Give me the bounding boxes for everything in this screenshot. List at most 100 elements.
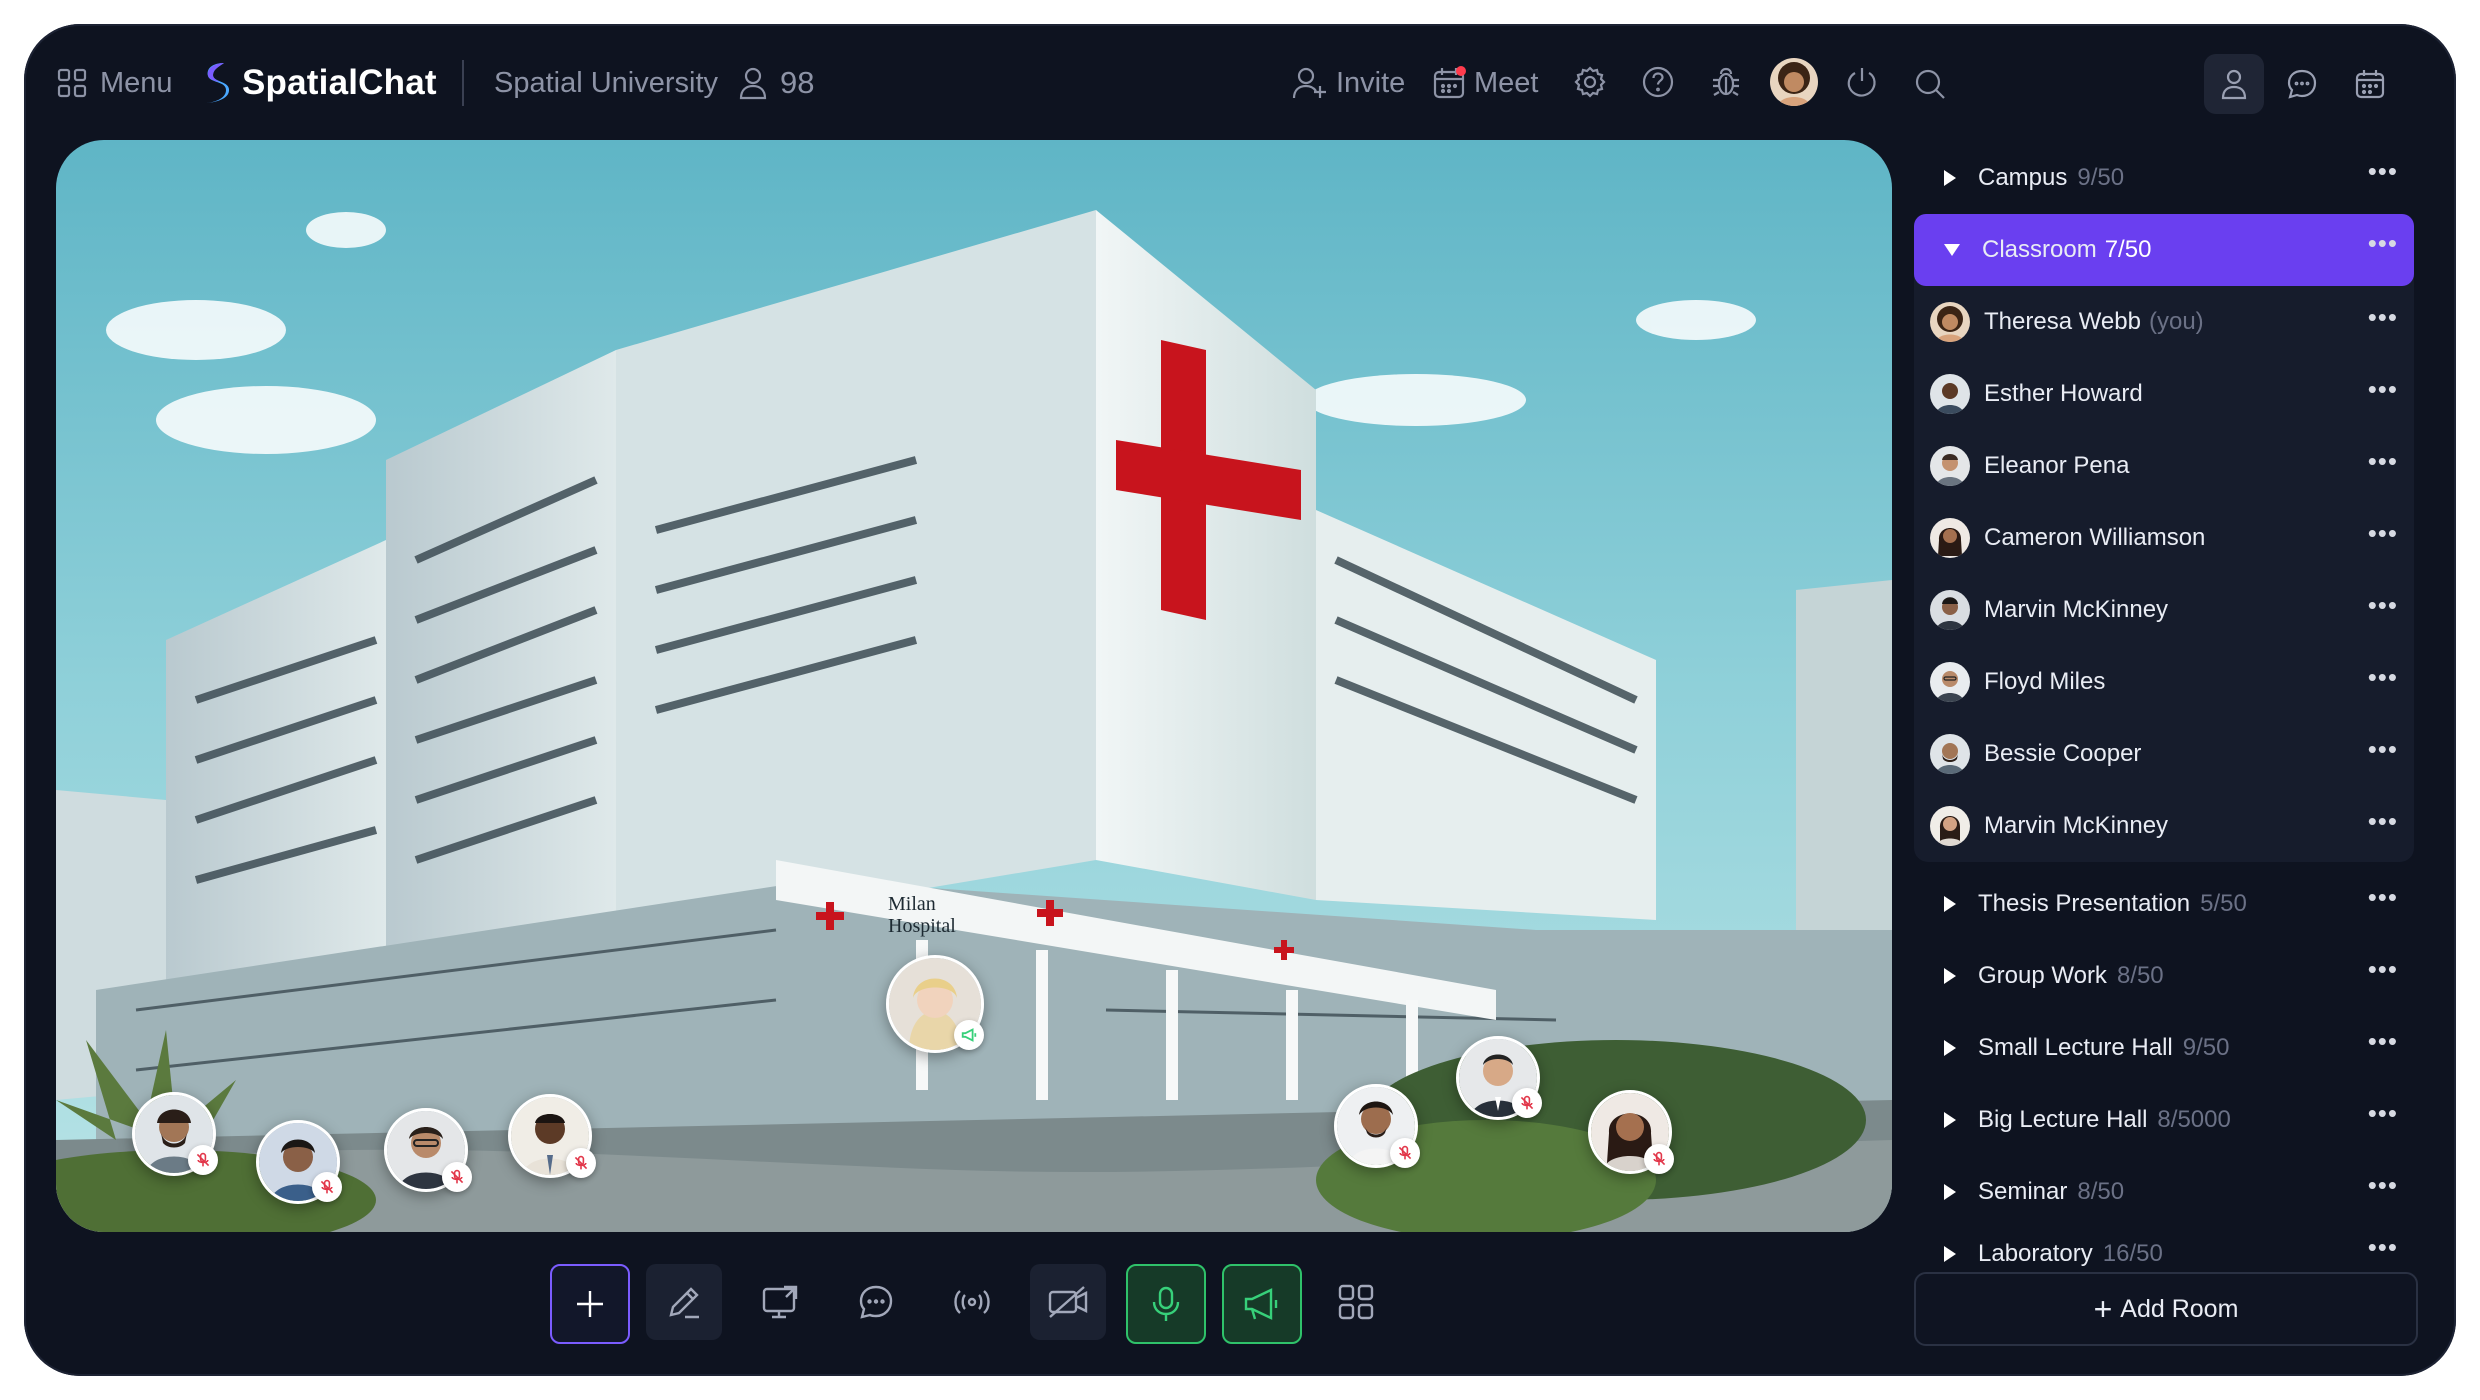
megaphone-button[interactable] — [1222, 1264, 1302, 1344]
add-room-button[interactable]: + Add Room — [1914, 1272, 2418, 1346]
menu-button[interactable]: Menu — [56, 58, 173, 108]
pen-button[interactable] — [646, 1264, 722, 1340]
room-menu-button[interactable]: ••• — [2368, 1100, 2398, 1126]
topbar-divider — [462, 60, 464, 106]
mic-muted-badge — [442, 1162, 472, 1192]
member-name: Cameron Williamson — [1984, 524, 2206, 551]
leave-button[interactable] — [1838, 58, 1886, 106]
participant-counter[interactable]: 98 — [738, 58, 814, 108]
room-thesis-presentation[interactable]: Thesis Presentation 5/50 ••• — [1914, 874, 2414, 934]
brand[interactable]: SpatialChat — [202, 58, 437, 108]
settings-button[interactable] — [1566, 58, 1614, 106]
space-name[interactable]: Spatial University — [494, 58, 718, 108]
collapse-arrow-icon — [1944, 896, 1956, 912]
member-name: Marvin McKinney — [1984, 596, 2169, 623]
member-menu-button[interactable]: ••• — [2368, 592, 2398, 618]
hospital-sign-line2: Hospital — [888, 915, 956, 937]
calendar-tab[interactable] — [2340, 54, 2400, 114]
camera-off-icon — [1048, 1286, 1088, 1318]
people-tab[interactable] — [2204, 54, 2264, 114]
room-menu-button[interactable]: ••• — [2368, 956, 2398, 982]
room-menu-button[interactable]: ••• — [2368, 1028, 2398, 1054]
member-row[interactable]: Floyd Miles ••• — [1914, 646, 2414, 718]
member-row[interactable]: Theresa Webb (you) ••• — [1914, 286, 2414, 358]
room-campus[interactable]: Campus 9/50 ••• — [1914, 148, 2414, 208]
member-row[interactable]: Bessie Cooper ••• — [1914, 718, 2414, 790]
mic-off-icon — [320, 1179, 334, 1194]
member-row[interactable]: Esther Howard ••• — [1914, 358, 2414, 430]
room-name: Seminar — [1978, 1178, 2068, 1205]
room-menu-button[interactable]: ••• — [2368, 884, 2398, 910]
screen-share-button[interactable] — [742, 1264, 818, 1340]
room-count: 8/5000 — [2157, 1106, 2231, 1133]
bug-icon — [1713, 67, 1739, 96]
chat-button[interactable] — [838, 1264, 914, 1340]
member-name: Floyd Miles — [1984, 668, 2106, 695]
mic-off-icon — [574, 1155, 588, 1170]
member-menu-button[interactable]: ••• — [2368, 448, 2398, 474]
member-name: Theresa Webb — [1984, 308, 2141, 335]
calendar-tab-icon — [2355, 70, 2385, 99]
apps-grid-icon — [1338, 1284, 1374, 1320]
collapse-arrow-icon — [1944, 968, 1956, 984]
member-menu-button[interactable]: ••• — [2368, 520, 2398, 546]
camera-off-button[interactable] — [1030, 1264, 1106, 1340]
member-menu-button[interactable]: ••• — [2368, 736, 2398, 762]
room-count: 7/50 — [2104, 236, 2152, 263]
spatial-room-stage[interactable]: Milan Hospital — [56, 140, 1892, 1232]
member-row[interactable]: Eleanor Pena ••• — [1914, 430, 2414, 502]
mic-off-icon — [450, 1169, 464, 1184]
member-row[interactable]: Marvin McKinney ••• — [1914, 790, 2414, 862]
room-small-lecture-hall[interactable]: Small Lecture Hall 9/50 ••• — [1914, 1018, 2414, 1078]
microphone-button[interactable] — [1126, 1264, 1206, 1344]
room-laboratory[interactable]: Laboratory 16/50 ••• — [1914, 1234, 2414, 1274]
plus-icon: + — [2093, 1290, 2113, 1327]
room-count: 8/50 — [2077, 1178, 2125, 1205]
member-row[interactable]: Cameron Williamson ••• — [1914, 502, 2414, 574]
broadcast-button[interactable] — [934, 1264, 1010, 1340]
chat-tab[interactable] — [2272, 54, 2332, 114]
report-bug-button[interactable] — [1702, 58, 1750, 106]
meet-notification-dot — [1456, 66, 1466, 76]
member-avatar — [1930, 806, 1970, 846]
member-menu-button[interactable]: ••• — [2368, 664, 2398, 690]
add-room-label: Add Room — [2120, 1294, 2239, 1323]
invite-button[interactable]: Invite — [1292, 58, 1405, 108]
meet-button[interactable]: Meet — [1432, 58, 1538, 108]
room-classroom[interactable]: Classroom 7/50 ••• — [1914, 214, 2414, 286]
room-big-lecture-hall[interactable]: Big Lecture Hall 8/5000 ••• — [1914, 1090, 2414, 1150]
hospital-sign-line1: Milan — [888, 893, 936, 915]
member-menu-button[interactable]: ••• — [2368, 808, 2398, 834]
member-avatar — [1930, 518, 1970, 558]
room-menu-button[interactable]: ••• — [2368, 1172, 2398, 1198]
megaphone-badge — [954, 1020, 984, 1050]
room-seminar[interactable]: Seminar 8/50 ••• — [1914, 1162, 2414, 1222]
member-row[interactable]: Marvin McKinney ••• — [1914, 574, 2414, 646]
menu-label: Menu — [100, 66, 173, 99]
pen-icon — [669, 1287, 699, 1319]
room-name: Group Work — [1978, 962, 2107, 989]
member-menu-button[interactable]: ••• — [2368, 376, 2398, 402]
you-label: (you) — [2148, 308, 2204, 335]
room-menu-button[interactable]: ••• — [2368, 158, 2398, 184]
help-button[interactable] — [1634, 58, 1682, 106]
meet-label: Meet — [1474, 66, 1539, 99]
room-menu-button[interactable]: ••• — [2368, 230, 2398, 256]
room-group-work[interactable]: Group Work 8/50 ••• — [1914, 946, 2414, 1006]
invite-label: Invite — [1336, 66, 1406, 99]
microphone-icon — [1152, 1286, 1180, 1321]
broadcast-icon — [954, 1290, 990, 1314]
add-user-icon — [1292, 67, 1326, 99]
apps-button[interactable] — [1318, 1264, 1394, 1340]
mic-muted-badge — [1390, 1138, 1420, 1168]
app-window: Menu SpatialChat Spatial University 98 I… — [24, 24, 2456, 1376]
power-icon — [1847, 68, 1876, 97]
room-menu-button[interactable]: ••• — [2368, 1234, 2398, 1260]
user-avatar[interactable] — [1770, 58, 1818, 106]
member-avatar — [1930, 374, 1970, 414]
add-button[interactable] — [550, 1264, 630, 1344]
search-button[interactable] — [1906, 60, 1954, 108]
chat-icon — [859, 1285, 893, 1319]
member-menu-button[interactable]: ••• — [2368, 304, 2398, 330]
member-avatar — [1930, 734, 1970, 774]
